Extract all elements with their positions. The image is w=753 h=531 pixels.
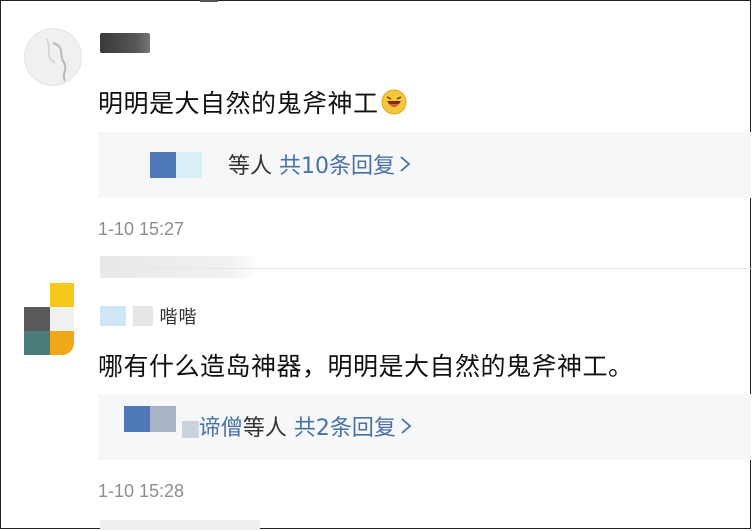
- reply-avatar: [150, 406, 176, 432]
- comment-time: 1-10 15:28: [98, 481, 185, 501]
- avatar-sketch-icon: [46, 38, 67, 82]
- comment-divider: [100, 268, 751, 269]
- avatar[interactable]: [24, 283, 76, 358]
- view-replies-link[interactable]: 共10条回复: [279, 154, 411, 179]
- reply-who: 等人 共10条回复: [228, 148, 411, 180]
- laughing-emoji-icon: [381, 89, 407, 115]
- redacted-area: [100, 520, 260, 530]
- username-text: 喈喈: [159, 307, 198, 328]
- reply-avatar: [150, 152, 176, 178]
- comment-text: 明明是大自然的鬼斧神工: [98, 84, 407, 120]
- redacted-name-fragment: ■: [180, 416, 201, 441]
- reply-summary[interactable]: ■谛僧等人 共2条回复: [98, 394, 751, 460]
- view-replies-link[interactable]: 共2条回复: [294, 416, 412, 441]
- username-redacted[interactable]: [100, 33, 150, 53]
- redacted-area: [100, 256, 260, 278]
- reply-who: ■谛僧等人 共2条回复: [180, 410, 412, 442]
- username[interactable]: 喈喈: [100, 303, 197, 329]
- top-fragment: [200, 0, 218, 2]
- reply-avatar: [124, 406, 150, 432]
- reply-summary[interactable]: 等人 共10条回复: [98, 132, 751, 198]
- reply-user-link[interactable]: 谛僧: [199, 416, 243, 441]
- comment-time: 1-10 15:27: [98, 219, 185, 239]
- avatar[interactable]: [24, 28, 82, 86]
- chevron-right-icon: [400, 416, 412, 441]
- reply-avatar: [176, 152, 202, 178]
- comment-text: 哪有什么造岛神器，明明是大自然的鬼斧神工。: [98, 352, 634, 381]
- username-redacted: [132, 306, 153, 326]
- chevron-right-icon: [399, 154, 411, 179]
- username-redacted: [100, 306, 126, 326]
